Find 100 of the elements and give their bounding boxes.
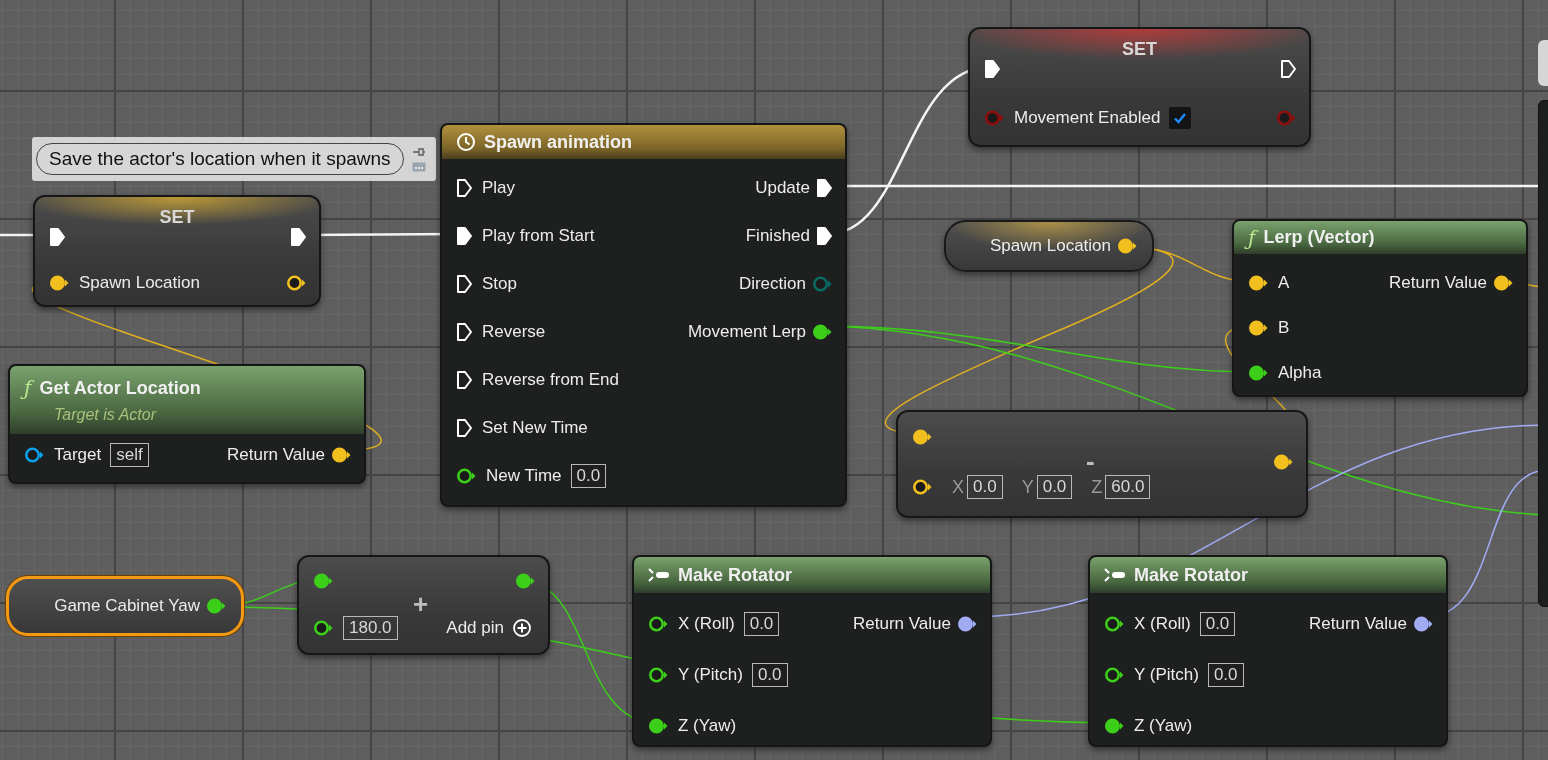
blueprint-node[interactable]: Make Rotator X (Roll) 0.0 Y (Pitch) 0.0 Z (Yaw) Return Value: [1088, 555, 1448, 747]
pin-label: X (Roll): [1134, 613, 1191, 634]
pin-label: New Time: [486, 466, 562, 486]
pin-label: Z (Yaw): [678, 715, 737, 736]
exec-pin-icon[interactable]: [816, 226, 833, 246]
pin-icon[interactable]: [1248, 318, 1269, 337]
node-title: SET: [159, 207, 195, 228]
checkbox[interactable]: [1169, 106, 1192, 129]
variable-name: Game Cabinet Yaw: [54, 596, 200, 616]
pushpin-icon[interactable]: [411, 146, 426, 158]
exec-pin-icon[interactable]: [456, 322, 473, 342]
pin-icon[interactable]: [1104, 665, 1125, 684]
pin-icon[interactable]: [1117, 237, 1138, 255]
blueprint-node[interactable]: ƒ Lerp (Vector) A B Alpha Return Value: [1232, 219, 1528, 397]
pin-icon[interactable]: [313, 571, 334, 590]
exec-pin-icon[interactable]: [1280, 58, 1297, 79]
pin-icon[interactable]: [912, 428, 933, 446]
node-title: Make Rotator: [678, 564, 793, 586]
pin-label: Spawn Location: [79, 273, 200, 293]
pin-label: Return Value: [227, 445, 325, 465]
node-title: Spawn animation: [484, 131, 633, 153]
pin-icon[interactable]: [331, 446, 352, 464]
pin-icon[interactable]: [648, 665, 669, 684]
pin-label: Y (Pitch): [678, 664, 743, 685]
blueprint-node[interactable]: X 0.0 Y 0.0 Z 60.0 -: [896, 410, 1308, 518]
exec-pin-icon[interactable]: [816, 178, 833, 198]
exec-pin-icon[interactable]: [456, 178, 473, 198]
value-field[interactable]: self: [110, 443, 149, 467]
node-title: Get Actor Location: [39, 377, 201, 399]
value-field[interactable]: 0.0: [743, 611, 780, 636]
pin-label: Update: [755, 178, 810, 198]
pin-label: Set New Time: [482, 418, 588, 438]
exec-pin-icon[interactable]: [290, 227, 307, 247]
make-struct-icon: [1104, 567, 1126, 583]
exec-pin-icon[interactable]: [456, 418, 473, 438]
value-field[interactable]: 0.0: [1036, 475, 1073, 499]
pin-icon[interactable]: [24, 446, 45, 464]
pin-icon[interactable]: [456, 467, 477, 485]
blueprint-node[interactable]: ƒ Get Actor Location Target is Actor Target self Return Value: [8, 364, 366, 484]
comment-background[interactable]: Save the actor's location when it spawns: [32, 137, 436, 181]
make-struct-icon: [648, 567, 670, 583]
pin-icon[interactable]: [1248, 363, 1269, 382]
blueprint-node[interactable]: Spawn animation Play Play from Start Stop Reverse Reverse from End Set New Time New Time 0.0 Update Finished Direction Movement Lerp: [440, 123, 847, 507]
variable-name: Spawn Location: [990, 236, 1111, 256]
exec-pin-icon[interactable]: [456, 226, 473, 246]
pin-label: B: [1278, 317, 1290, 338]
pin-label: Return Value: [1309, 613, 1407, 634]
exec-pin-icon[interactable]: [49, 227, 66, 247]
pin-icon[interactable]: [515, 571, 536, 590]
axis-label: X: [952, 476, 964, 498]
axis-label: Z: [1091, 476, 1103, 498]
value-field[interactable]: 0.0: [1199, 611, 1236, 636]
pin-label: Play: [482, 178, 516, 198]
pin-icon[interactable]: [286, 274, 307, 292]
pin-icon[interactable]: [912, 478, 933, 496]
value-field[interactable]: 0.0: [1207, 662, 1244, 687]
variable-node[interactable]: Game Cabinet Yaw: [6, 576, 244, 636]
pin-label: Y (Pitch): [1134, 664, 1199, 685]
pin-icon[interactable]: [1248, 273, 1269, 292]
plus-circle-icon: [512, 617, 532, 638]
axis-label: Y: [1021, 476, 1034, 498]
blueprint-node[interactable]: SET Spawn Location: [33, 195, 321, 307]
pin-label: Movement Enabled: [1014, 107, 1161, 128]
exec-pin-icon[interactable]: [984, 58, 1001, 79]
pin-icon[interactable]: [1104, 614, 1125, 633]
pin-label: A: [1278, 272, 1290, 293]
pin-icon[interactable]: [313, 618, 334, 637]
variable-node[interactable]: Spawn Location: [944, 220, 1154, 272]
pin-label: Finished: [745, 226, 810, 246]
pin-icon[interactable]: [648, 614, 669, 633]
operator-symbol: +: [413, 589, 429, 620]
node-title: SET: [1122, 39, 1157, 60]
pin-icon[interactable]: [1493, 273, 1514, 292]
value-field[interactable]: 0.0: [751, 662, 788, 687]
pin-icon[interactable]: [1273, 453, 1294, 471]
add-pin-button[interactable]: Add pin: [446, 617, 532, 638]
blueprint-node[interactable]: SET Movement Enabled: [968, 27, 1311, 147]
pin-label: Direction: [738, 274, 806, 294]
pin-icon[interactable]: [812, 323, 833, 341]
pin-icon[interactable]: [648, 716, 669, 735]
value-field[interactable]: 180.0: [343, 615, 398, 640]
value-field[interactable]: 0.0: [967, 475, 1003, 499]
pin-label: Z (Yaw): [1134, 715, 1193, 736]
value-field[interactable]: 60.0: [1105, 475, 1151, 499]
pin-icon[interactable]: [49, 274, 70, 292]
pin-icon[interactable]: [957, 614, 978, 633]
pin-icon[interactable]: [1104, 716, 1125, 735]
value-field[interactable]: 0.0: [570, 464, 607, 488]
operator-symbol: -: [1086, 446, 1095, 477]
pin-label: X (Roll): [678, 613, 735, 634]
pin-label: Reverse from End: [482, 370, 619, 390]
exec-pin-icon[interactable]: [456, 274, 473, 294]
pin-icon[interactable]: [206, 597, 227, 615]
pin-icon[interactable]: [1413, 614, 1434, 633]
pin-label: Return Value: [1389, 272, 1487, 293]
exec-pin-icon[interactable]: [456, 370, 473, 390]
comment-text: Save the actor's location when it spawns: [36, 143, 404, 175]
pin-label: Play from Start: [482, 226, 595, 246]
blueprint-node[interactable]: Make Rotator X (Roll) 0.0 Y (Pitch) 0.0 Z (Yaw) Return Value: [632, 555, 992, 747]
blueprint-node[interactable]: 180.0 Add pin +: [297, 555, 550, 655]
